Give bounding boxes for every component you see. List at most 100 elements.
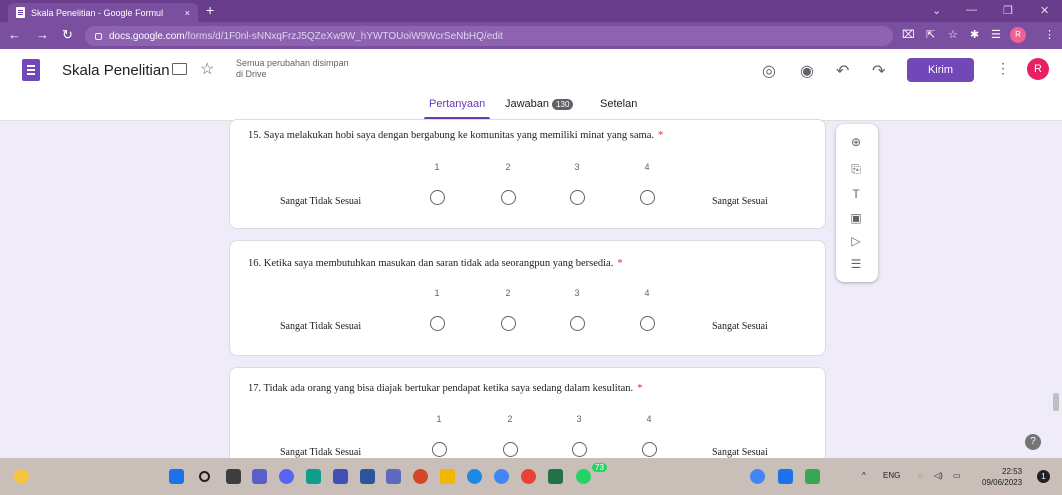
scale-number: 1 [436, 414, 442, 424]
search-icon[interactable] [199, 471, 210, 482]
palette-icon[interactable]: ◎ [762, 61, 776, 81]
radio-option-2[interactable] [501, 190, 516, 205]
add-video-icon[interactable]: ▷ [848, 233, 864, 249]
tab-close-icon[interactable]: × [185, 8, 190, 18]
save-status-line2: di Drive [236, 69, 267, 79]
chrome-app-icon[interactable] [494, 469, 509, 484]
google-forms-icon [16, 7, 25, 18]
windows-taskbar: 73 ^ ENG ◌ ◁) ▭ 22:53 09/06/2023 1 [0, 458, 1062, 495]
teams-icon[interactable] [252, 469, 267, 484]
radio-option-4[interactable] [640, 190, 655, 205]
discord-icon[interactable] [279, 469, 294, 484]
tab-settings[interactable]: Setelan [600, 98, 637, 110]
translate-icon[interactable]: ⌧ [902, 28, 915, 41]
radio-option-1[interactable] [430, 316, 445, 331]
forward-icon[interactable]: → [36, 27, 49, 42]
address-bar[interactable]: docs.google.com/forms/d/1F0nl-sNNxqFrzJ5… [85, 26, 893, 46]
form-title[interactable]: Skala Penelitian [62, 62, 170, 79]
radio-option-1[interactable] [430, 190, 445, 205]
clock-time: 22:53 [1002, 467, 1023, 476]
start-button-icon[interactable] [169, 469, 184, 484]
forms-logo-icon[interactable] [22, 59, 40, 81]
tab-responses[interactable]: Jawaban 130 [505, 98, 574, 110]
radio-option-3[interactable] [570, 190, 585, 205]
scrollbar-thumb[interactable] [1053, 393, 1059, 411]
help-icon[interactable]: ? [1025, 434, 1041, 450]
minimize-button[interactable]: — [966, 4, 977, 16]
wifi-icon[interactable]: ◌ [918, 471, 923, 480]
lock-icon [95, 32, 102, 40]
add-image-icon[interactable]: ▣ [848, 210, 864, 226]
radio-option-3[interactable] [570, 316, 585, 331]
excel-icon[interactable] [548, 469, 563, 484]
browser-tab-strip: Skala Penelitian - Google Formul × + ⌄ —… [0, 0, 1062, 22]
question-title: 16. Ketika saya membutuhkan masukan dan … [248, 258, 623, 269]
extensions-icon[interactable]: ✱ [970, 28, 979, 41]
question-text: 16. Ketika saya membutuhkan masukan dan … [248, 258, 614, 269]
add-title-icon[interactable]: T [848, 186, 864, 202]
battery-icon[interactable]: ▭ [953, 471, 961, 480]
scale-number: 3 [574, 288, 580, 298]
add-question-icon[interactable]: ⊕ [848, 134, 864, 150]
radio-option-3[interactable] [572, 442, 587, 457]
volume-icon[interactable]: ◁) [934, 471, 943, 480]
url-path: /forms/d/1F0nl-sNNxqFrzJ5QZeXw9W_hYWTOUo… [184, 30, 503, 42]
profile-avatar-small[interactable]: R [1010, 27, 1026, 43]
reload-icon[interactable]: ↻ [62, 27, 73, 43]
send-button[interactable]: Kirim [907, 58, 974, 82]
redo-icon[interactable]: ↷ [872, 61, 885, 81]
question-card[interactable]: 17. Tidak ada orang yang bisa diajak ber… [229, 367, 826, 467]
restore-button[interactable]: ❐ [1003, 4, 1013, 17]
notification-badge[interactable]: 1 [1037, 470, 1050, 483]
scale-number: 2 [505, 162, 511, 172]
edge-icon[interactable] [467, 469, 482, 484]
radio-option-2[interactable] [503, 442, 518, 457]
clock-date: 09/06/2023 [982, 478, 1023, 487]
add-section-icon[interactable]: ☰ [848, 256, 864, 272]
import-questions-icon[interactable]: ⎘ [848, 161, 864, 177]
question-card[interactable]: 16. Ketika saya membutuhkan masukan dan … [229, 240, 826, 356]
more-options-icon[interactable]: ⋮ [996, 60, 1010, 77]
scale-number: 1 [434, 162, 440, 172]
undo-icon[interactable]: ↶ [836, 61, 849, 81]
clock[interactable]: 22:53 09/06/2023 [982, 466, 1022, 488]
app-icon-3[interactable] [805, 469, 820, 484]
folder-icon[interactable] [172, 63, 187, 75]
scale-number: 3 [574, 162, 580, 172]
close-window-button[interactable]: ✕ [1040, 4, 1049, 17]
app-icon[interactable] [333, 469, 348, 484]
tab-search-icon[interactable]: ⌄ [932, 4, 941, 17]
store-icon[interactable] [306, 469, 321, 484]
app-icon-2[interactable] [778, 469, 793, 484]
whatsapp-icon[interactable] [576, 469, 591, 484]
show-hidden-icons[interactable]: ^ [862, 471, 866, 480]
word-icon[interactable] [360, 469, 375, 484]
reading-list-icon[interactable]: ☰ [991, 28, 1001, 41]
radio-option-4[interactable] [640, 316, 655, 331]
chrome-menu-icon[interactable]: ⋮ [1044, 28, 1055, 41]
task-view-icon[interactable] [226, 469, 241, 484]
scale-high-label: Sangat Sesuai [712, 447, 768, 458]
radio-option-4[interactable] [642, 442, 657, 457]
opera-icon[interactable] [521, 469, 536, 484]
star-icon[interactable]: ☆ [200, 59, 214, 79]
tab-title: Skala Penelitian - Google Formul [31, 7, 164, 18]
weather-widget-icon[interactable] [14, 469, 29, 484]
back-icon[interactable]: ← [8, 27, 21, 42]
scale-number: 1 [434, 288, 440, 298]
calculator-icon[interactable] [386, 469, 401, 484]
radio-option-2[interactable] [501, 316, 516, 331]
radio-option-1[interactable] [432, 442, 447, 457]
new-tab-button[interactable]: + [206, 2, 214, 18]
language-indicator[interactable]: ENG [883, 471, 900, 480]
file-explorer-icon[interactable] [440, 469, 455, 484]
chrome-active-icon[interactable] [750, 469, 765, 484]
tab-questions[interactable]: Pertanyaan [429, 98, 485, 110]
question-card[interactable]: 15. Saya melakukan hobi saya dengan berg… [229, 119, 826, 229]
share-icon[interactable]: ⇱ [926, 28, 935, 41]
avatar[interactable]: R [1027, 58, 1049, 80]
powerpoint-icon[interactable] [413, 469, 428, 484]
preview-eye-icon[interactable]: ◉ [800, 61, 814, 81]
bookmark-star-icon[interactable]: ☆ [948, 28, 958, 41]
browser-tab[interactable]: Skala Penelitian - Google Formul × [8, 3, 198, 22]
